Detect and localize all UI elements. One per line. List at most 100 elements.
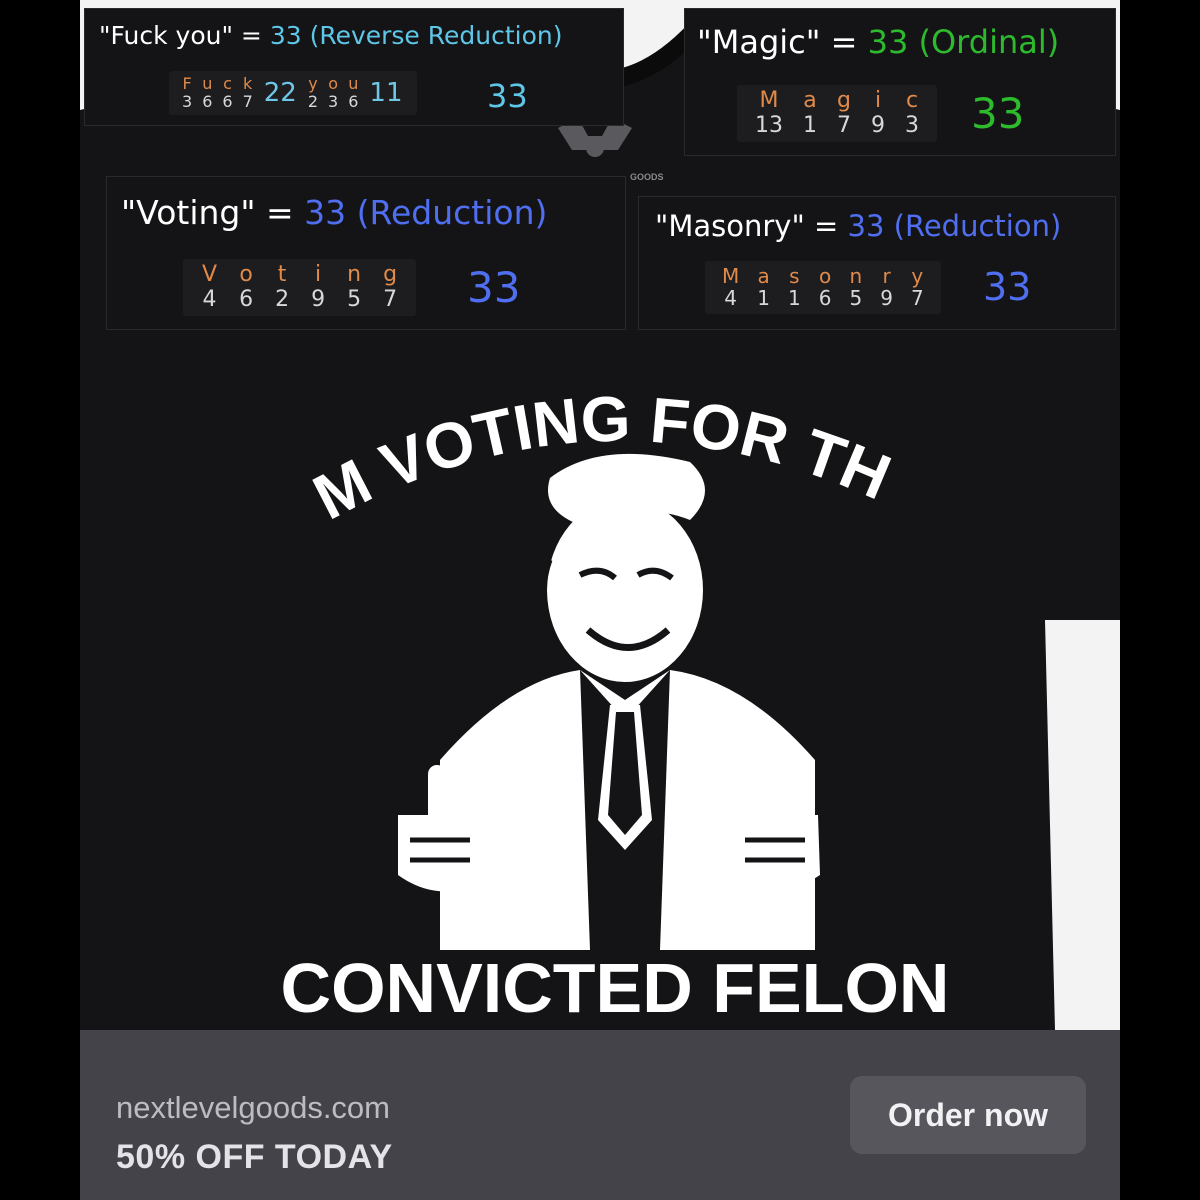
cell-value: 3 [905,113,919,139]
panel-equals: = [820,23,868,61]
letter-value-grid: M4a1s1o6n5r9y7 [705,261,941,314]
letter-value-cell: M 13 [755,88,783,139]
panel-equals: = [255,193,305,232]
cell-letter: t [277,262,287,287]
gematria-panel-masonry: "Masonry" = 33 (Reduction) M4a1s1o6n5r9y… [638,196,1116,330]
panel-title: "Magic" = 33 (Ordinal) [697,23,1059,61]
panel-title: "Fuck you" = 33 (Reverse Reduction) [99,21,563,50]
group-subtotal: 11 [369,77,403,108]
letter-value-cell: a1 [757,265,770,310]
cell-letter: u [202,74,213,93]
advertiser-domain[interactable]: nextlevelgoods.com [116,1090,390,1126]
cell-value: 9 [311,287,326,313]
letter-value-grid: M 13 a 1 g 7 i 9 c 3 [737,85,937,143]
cell-value: 1 [803,113,817,139]
letter-value-cell: i9 [871,88,885,139]
letter-value-cell: i9 [311,262,326,313]
letter-value-cell: t2 [275,262,290,313]
neck-tag-text: GOODS [630,172,664,182]
ad-bar[interactable]: nextlevelgoods.com 50% OFF TODAY Order n… [80,1030,1120,1200]
letter-value-cell: r9 [880,265,893,310]
cell-letter: i [874,88,882,113]
cell-value: 9 [871,113,885,139]
letter-value-cell: M4 [722,265,739,310]
cell-value: 4 [724,286,737,310]
letter-value-cell: k7 [243,75,253,111]
cell-letter: c [223,74,232,93]
cell-value: 6 [818,286,832,310]
letter-value-cell: V4 [202,262,218,313]
panel-word: "Voting" [121,193,256,232]
panel-result: 33 (Reverse Reduction) [269,21,563,50]
letter-value-grid: V4o6t2i9n5g7 [183,259,417,317]
cell-value: 1 [788,286,801,310]
cell-letter: M [722,264,740,288]
ad-frame: GOODS I'M VOTING FOR THE [80,0,1120,1200]
cell-letter: V [202,262,218,287]
cell-value: 5 [347,287,362,313]
cell-value: 3 [328,91,339,111]
panel-total: 33 [467,263,521,312]
letter-value-cell: n5 [849,265,862,310]
cell-value: 2 [307,91,319,111]
letter-value-cell: u6 [348,75,358,111]
letter-value-cell: y7 [911,265,924,310]
order-now-button[interactable]: Order now [850,1076,1086,1154]
letter-value-cell: u6 [202,75,212,111]
cell-letter: k [243,74,253,93]
cell-value: 2 [275,287,290,313]
cell-value: 7 [910,286,924,310]
panel-word: "Masonry" [655,209,805,243]
cell-value: 6 [202,91,213,111]
letter-value-cell: o3 [328,75,338,111]
panel-word: "Fuck you" [99,21,233,50]
panel-result: 33 (Reduction) [304,193,548,232]
letter-value-cell: o6 [819,265,832,310]
cell-letter: F [182,74,192,93]
cell-letter: M [759,88,779,113]
cell-letter: y [308,74,318,93]
letter-value-cell: F3 [182,75,192,111]
cell-value: 3 [182,91,193,111]
panel-total: 33 [487,77,528,115]
ad-offer-text: 50% OFF TODAY [116,1138,393,1176]
panel-equals: = [804,209,848,243]
gematria-panel-voting: "Voting" = 33 (Reduction) V4o6t2i9n5g7 3… [106,176,626,330]
cell-letter: n [849,264,863,288]
cell-value: 6 [222,91,233,111]
panel-result: 33 (Reduction) [847,209,1062,243]
cell-value: 4 [202,287,217,313]
letter-value-grid: F 3 u 6 c 6 k 7 22 y 2 o 3 u 6 11 [169,71,417,115]
panel-total: 33 [983,265,1032,309]
letter-value-cell: g7 [383,262,397,312]
letter-value-cell: n5 [347,262,362,313]
letter-value-cell: g7 [837,88,851,139]
cell-letter: n [347,262,362,287]
cell-value: 7 [837,113,851,139]
letter-value-cell: s1 [788,265,801,310]
cell-letter: s [789,264,800,288]
cell-value: 1 [757,286,770,310]
panel-title: "Masonry" = 33 (Reduction) [655,209,1061,243]
cell-value: 5 [849,286,863,310]
cell-letter: c [905,88,919,113]
group-subtotal: 22 [263,77,297,108]
cell-value: 7 [242,91,253,111]
cell-letter: y [911,264,924,288]
cell-letter: a [757,264,770,288]
letter-value-cell: c3 [905,88,919,139]
cell-value: 13 [755,113,783,139]
panel-title: "Voting" = 33 (Reduction) [121,193,547,232]
cell-value: 6 [348,91,359,111]
panel-word: "Magic" [697,23,821,61]
cell-letter: a [803,88,817,113]
gematria-panel-fuck-you: "Fuck you" = 33 (Reverse Reduction) F3u6… [84,8,624,126]
cell-letter: g [837,88,851,113]
cell-letter: r [882,264,891,288]
cell-letter: o [818,264,832,288]
cell-value: 6 [239,287,254,313]
panel-result: 33 (Ordinal) [867,23,1060,61]
cell-letter: o [239,262,253,287]
panel-equals: = [232,21,270,50]
letter-value-cell: a1 [803,88,817,139]
